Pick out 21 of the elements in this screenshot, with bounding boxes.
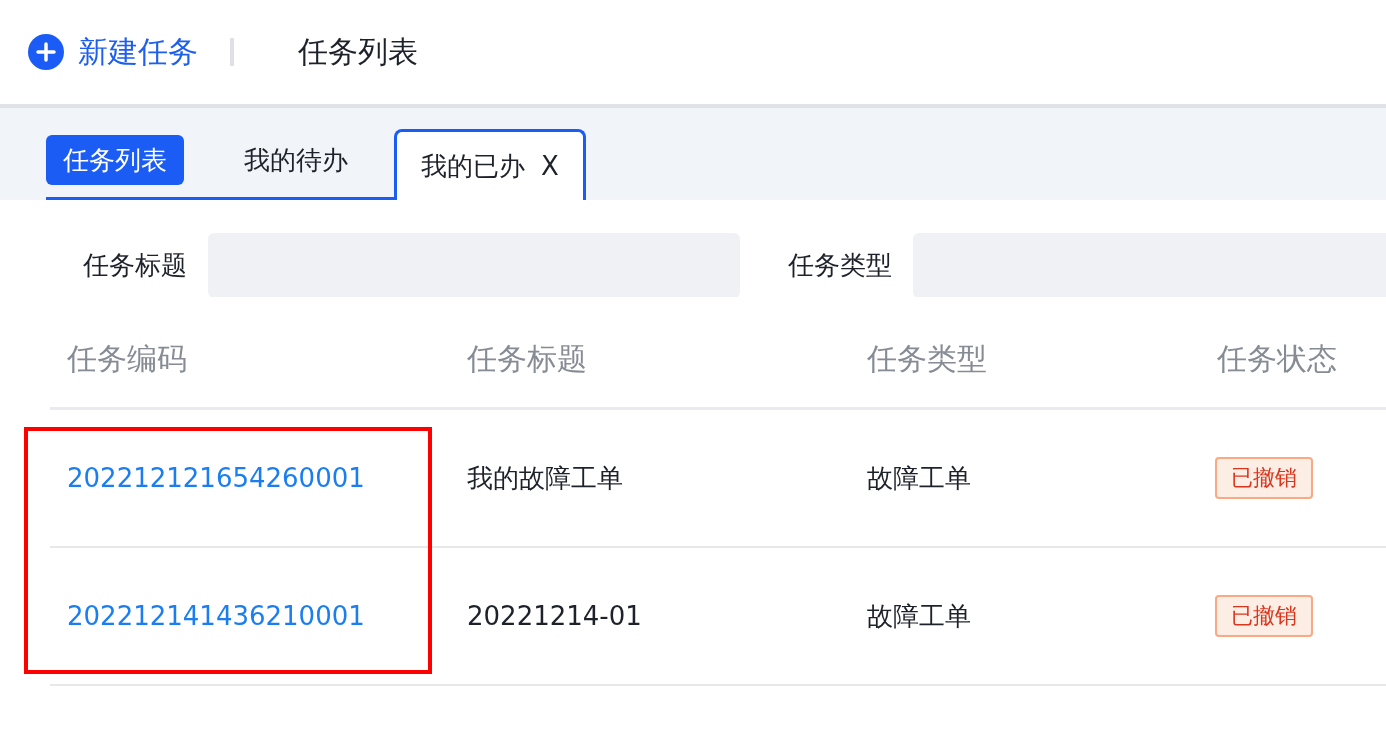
new-task-button[interactable]: 新建任务 <box>28 31 198 73</box>
close-tab-button[interactable]: X <box>541 151 559 181</box>
column-header: 任务标题 <box>466 340 588 378</box>
field-label: 任务类型 <box>788 249 892 282</box>
column-header: 任务类型 <box>866 340 988 378</box>
status-tag: 已撤销 <box>1215 595 1313 637</box>
tab[interactable]: 我的已办 X <box>394 129 586 200</box>
field-label: 任务标题 <box>83 249 187 282</box>
task-code-link[interactable]: 202212121654260001 <box>67 463 365 493</box>
column-header: 任务状态 <box>1216 340 1338 378</box>
tab[interactable]: 任务列表 <box>46 135 184 185</box>
table-cell-text: 故障工单 <box>866 461 972 495</box>
column-header: 任务编码 <box>66 340 188 378</box>
tab[interactable]: 我的待办 <box>214 135 378 185</box>
task-code-link[interactable]: 202212141436210001 <box>67 601 365 631</box>
table-cell-text: 故障工单 <box>866 599 972 633</box>
page-title: 任务列表 <box>298 32 418 71</box>
status-tag: 已撤销 <box>1215 457 1313 499</box>
plus-icon <box>28 34 64 70</box>
table-cell-text: 我的故障工单 <box>466 461 624 495</box>
table-cell-text: 20221214-01 <box>466 601 643 631</box>
